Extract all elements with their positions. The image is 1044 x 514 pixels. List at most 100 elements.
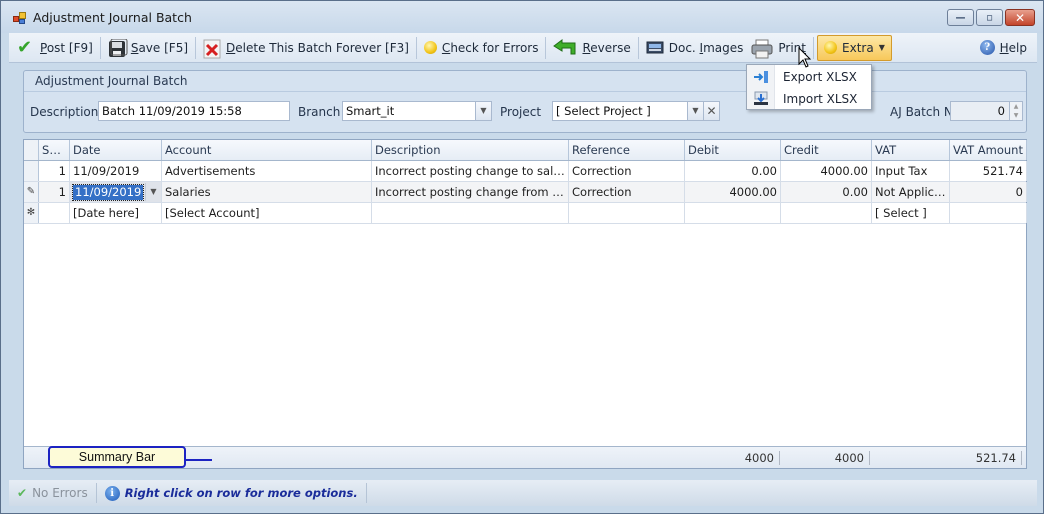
close-button[interactable]: ✕ bbox=[1005, 9, 1035, 26]
cell-credit[interactable]: 4000.00 bbox=[781, 161, 872, 181]
check-errors-label: Check for Errors bbox=[441, 40, 539, 55]
date-editor-input[interactable]: 11/09/2019 bbox=[71, 184, 145, 201]
callout-pointer-line bbox=[186, 459, 212, 461]
cell-debit[interactable]: 4000.00 bbox=[685, 182, 781, 202]
column-header-description[interactable]: Description bbox=[372, 140, 569, 160]
branch-label: Branch bbox=[298, 105, 341, 119]
hint-text: Right click on row for more options. bbox=[124, 486, 358, 500]
table-row[interactable]: 1 11/09/2019 Advertisements Incorrect po… bbox=[24, 161, 1027, 182]
batch-no-input[interactable]: 0 bbox=[950, 101, 1010, 121]
floppy-disk-icon bbox=[108, 38, 128, 57]
row-indicator-header bbox=[24, 140, 39, 160]
cell-seq[interactable]: 1 bbox=[39, 161, 70, 181]
check-errors-button[interactable]: Check for Errors bbox=[420, 35, 543, 61]
help-button[interactable]: ? Help bbox=[976, 35, 1031, 61]
branch-dropdown-button[interactable]: ▼ bbox=[475, 101, 492, 121]
new-row[interactable]: ✻ [Date here] [Select Account] [ Select … bbox=[24, 203, 1027, 224]
cell-vat[interactable]: Not Applicable bbox=[872, 182, 950, 202]
delete-label: Delete This Batch Forever [F3] bbox=[226, 40, 409, 55]
column-header-date[interactable]: Date bbox=[70, 140, 162, 160]
column-header-account[interactable]: Account bbox=[162, 140, 372, 160]
cell-credit[interactable] bbox=[781, 203, 872, 223]
status-separator bbox=[95, 483, 97, 503]
cell-vat-amount[interactable]: 521.74 bbox=[950, 161, 1027, 181]
toolbar-separator bbox=[813, 36, 815, 59]
description-label: Description bbox=[30, 105, 99, 119]
cell-vat-amount[interactable] bbox=[950, 203, 1027, 223]
project-clear-button[interactable]: ✕ bbox=[703, 101, 720, 121]
minimize-button[interactable]: — bbox=[947, 9, 974, 26]
save-label: Save [F5] bbox=[130, 40, 189, 55]
cell-vat[interactable]: [ Select ] bbox=[872, 203, 950, 223]
info-icon: i bbox=[104, 485, 120, 501]
row-indicator[interactable] bbox=[24, 161, 39, 181]
column-header-debit[interactable]: Debit bbox=[685, 140, 781, 160]
toolbar-separator bbox=[195, 36, 197, 59]
cell-reference[interactable]: Correction bbox=[569, 182, 685, 202]
hint-status: i Right click on row for more options. bbox=[104, 485, 366, 501]
delete-batch-button[interactable]: Delete This Batch Forever [F3] bbox=[199, 35, 413, 61]
column-header-reference[interactable]: Reference bbox=[569, 140, 685, 160]
reverse-button[interactable]: Reverse bbox=[549, 35, 634, 61]
reverse-label: Reverse bbox=[582, 40, 631, 55]
error-status-text: No Errors bbox=[32, 486, 88, 500]
grid-header-row: Seq. Date Account Description Reference … bbox=[24, 140, 1027, 161]
doc-images-button[interactable]: Doc. Images bbox=[642, 35, 748, 61]
summary-debit-total: 4000 bbox=[704, 451, 780, 465]
column-header-credit[interactable]: Credit bbox=[781, 140, 872, 160]
edit-pencil-icon[interactable]: ✎ bbox=[24, 182, 39, 202]
toolbar-separator bbox=[415, 36, 417, 59]
cell-seq[interactable]: 1 bbox=[39, 182, 70, 202]
cell-reference[interactable] bbox=[569, 203, 685, 223]
project-select[interactable]: [ Select Project ] bbox=[552, 101, 688, 121]
cell-description[interactable]: Incorrect posting change from adver... bbox=[372, 182, 569, 202]
chevron-down-icon: ▼ bbox=[878, 43, 885, 52]
cell-account[interactable]: Salaries bbox=[162, 182, 372, 202]
description-input[interactable]: Batch 11/09/2019 15:58 bbox=[98, 101, 290, 121]
yellow-bulb-icon bbox=[824, 41, 838, 54]
checkmark-icon: ✔ bbox=[17, 486, 28, 500]
batch-no-spinner[interactable]: ▲ ▼ bbox=[1009, 101, 1023, 121]
project-dropdown-button[interactable]: ▼ bbox=[687, 101, 704, 121]
journal-grid: Seq. Date Account Description Reference … bbox=[23, 139, 1027, 469]
cell-description[interactable]: Incorrect posting change to salaries bbox=[372, 161, 569, 181]
extra-label: Extra bbox=[842, 40, 874, 55]
extra-dropdown-button[interactable]: Extra ▼ bbox=[817, 34, 892, 61]
cell-date[interactable]: 11/09/2019 bbox=[70, 161, 162, 181]
column-header-vat[interactable]: VAT bbox=[872, 140, 950, 160]
maximize-icon: ▫ bbox=[986, 12, 993, 23]
cell-account[interactable]: [Select Account] bbox=[162, 203, 372, 223]
cell-account[interactable]: Advertisements bbox=[162, 161, 372, 181]
minimize-icon: — bbox=[955, 12, 966, 23]
cell-date[interactable]: [Date here] bbox=[70, 203, 162, 223]
cell-vat-amount[interactable]: 0 bbox=[950, 182, 1027, 202]
save-button[interactable]: Save [F5] bbox=[104, 35, 192, 61]
table-row[interactable]: ✎ 1 11/09/2019 ▼ Salaries Incorrect post… bbox=[24, 182, 1027, 203]
cell-seq[interactable] bbox=[39, 203, 70, 223]
cell-debit[interactable] bbox=[685, 203, 781, 223]
import-xlsx-label: Import XLSX bbox=[783, 91, 858, 106]
app-window: Adjustment Journal Batch — ▫ ✕ ✔ Post [F… bbox=[0, 0, 1044, 514]
new-row-asterisk-icon[interactable]: ✻ bbox=[24, 203, 39, 223]
status-bar: ✔ No Errors i Right click on row for mor… bbox=[9, 480, 1037, 506]
cell-vat[interactable]: Input Tax bbox=[872, 161, 950, 181]
help-label: Help bbox=[999, 40, 1027, 55]
date-dropdown-button[interactable]: ▼ bbox=[145, 183, 161, 201]
menu-item-import-xlsx[interactable]: Import XLSX bbox=[747, 88, 871, 109]
import-icon bbox=[747, 91, 775, 106]
menu-item-export-xlsx[interactable]: Export XLSX bbox=[747, 66, 871, 87]
yellow-bulb-icon bbox=[423, 41, 437, 54]
cell-debit[interactable]: 0.00 bbox=[685, 161, 781, 181]
project-label: Project bbox=[500, 105, 542, 119]
cell-description[interactable] bbox=[372, 203, 569, 223]
maximize-button[interactable]: ▫ bbox=[976, 9, 1003, 26]
column-header-vat-amount[interactable]: VAT Amount bbox=[950, 140, 1027, 160]
column-header-seq[interactable]: Seq. bbox=[39, 140, 70, 160]
branch-select[interactable]: Smart_it bbox=[342, 101, 476, 121]
cell-reference[interactable]: Correction bbox=[569, 161, 685, 181]
export-xlsx-label: Export XLSX bbox=[783, 69, 857, 84]
cell-date-editor[interactable]: 11/09/2019 ▼ bbox=[70, 182, 162, 202]
cell-credit[interactable]: 0.00 bbox=[781, 182, 872, 202]
app-icon bbox=[13, 12, 27, 24]
post-button[interactable]: ✔ Post [F9] bbox=[13, 35, 97, 61]
